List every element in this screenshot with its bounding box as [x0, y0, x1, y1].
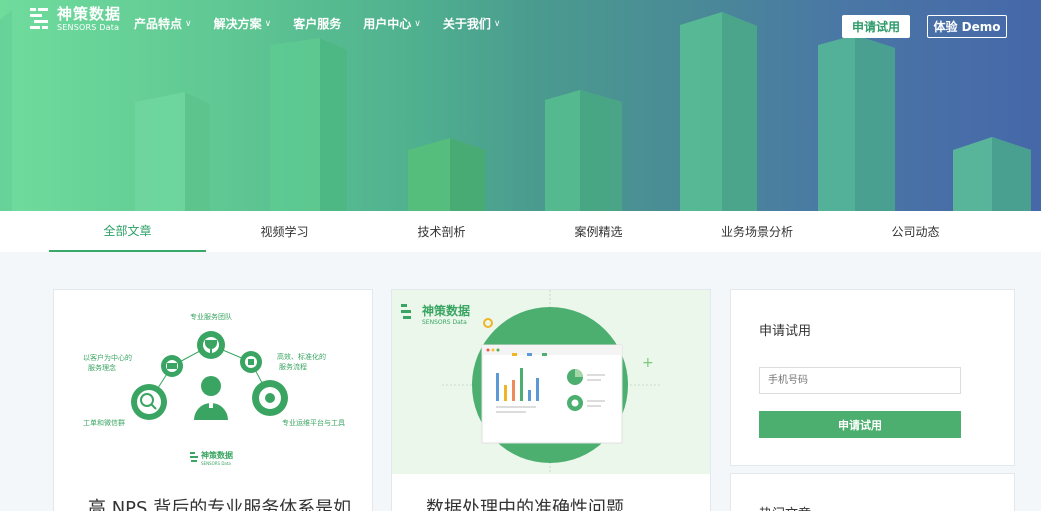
tab-scenarios[interactable]: 业务场景分析	[677, 211, 837, 252]
header-trial-button[interactable]: 申请试用	[842, 15, 910, 38]
diagram-label-left: 以客户为中心的	[83, 353, 132, 362]
plus-icon: +	[642, 355, 654, 371]
tab-cases[interactable]: 案例精选	[520, 211, 677, 252]
nav-item-product[interactable]: 产品特点 ∨	[134, 15, 192, 32]
trial-submit-button[interactable]: 申请试用	[759, 411, 961, 438]
hot-articles-panel: 热门文章	[730, 473, 1015, 511]
data-accuracy-illustration: + 神策数据 SENSORS Data	[392, 290, 710, 474]
chevron-down-icon: ∨	[185, 18, 192, 29]
diagram-logo-en: SENSORS Data	[201, 461, 231, 466]
phone-input[interactable]	[759, 367, 961, 394]
article-card[interactable]: 专业服务团队 以客户为中心的 服务理念 高效、标准化的 服务流程 工单和微信群 …	[53, 289, 373, 511]
nav-label: 关于我们	[442, 17, 491, 31]
logo-name-en: SENSORS Data	[57, 22, 120, 32]
trial-signup-panel: 申请试用 申请试用	[730, 289, 1015, 466]
nav-item-solutions[interactable]: 解决方案 ∨	[214, 15, 272, 32]
diagram-logo-cn: 神策数据	[201, 450, 233, 460]
image-logo-en: SENSORS Data	[422, 319, 467, 326]
header-demo-button[interactable]: 体验 Demo	[927, 15, 1007, 38]
diagram-label-bottom-left: 工单和微信群	[83, 418, 125, 427]
sensors-logo-icon	[30, 8, 48, 29]
article-category-tabs: 全部文章 视频学习 技术剖析 案例精选 业务场景分析 公司动态	[0, 211, 1041, 252]
nav-item-about[interactable]: 关于我们 ∨	[443, 15, 501, 32]
diagram-label-top: 专业服务团队	[190, 312, 232, 321]
article-title[interactable]: 高 NPS 背后的专业服务体系是如	[88, 494, 351, 511]
chevron-down-icon: ∨	[414, 18, 421, 29]
site-logo[interactable]: 神策数据 SENSORS Data	[28, 6, 121, 32]
diagram-logo: 神策数据 SENSORS Data	[190, 450, 233, 466]
nav-item-service[interactable]: 客户服务	[293, 15, 341, 32]
trial-panel-title: 申请试用	[759, 324, 812, 339]
chevron-down-icon: ∨	[493, 18, 501, 29]
service-system-diagram: 专业服务团队 以客户为中心的 服务理念 高效、标准化的 服务流程 工单和微信群 …	[83, 312, 345, 466]
diagram-label-right: 高效、标准化的	[277, 352, 326, 361]
tab-tech[interactable]: 技术剖析	[363, 211, 520, 252]
diagram-label-right-2: 服务流程	[279, 362, 307, 371]
hot-articles-title: 热门文章	[759, 503, 811, 511]
tab-video[interactable]: 视频学习	[206, 211, 363, 252]
nav-label: 产品特点	[134, 17, 183, 31]
article-card[interactable]: + 神策数据 SENSORS Data	[391, 289, 711, 511]
article-title[interactable]: 数据处理中的准确性问题	[426, 494, 624, 511]
chevron-down-icon: ∨	[264, 18, 272, 29]
nav-label: 用户中心	[363, 17, 412, 31]
diagram-label-left-2: 服务理念	[88, 363, 116, 372]
logo-name-cn: 神策数据	[57, 4, 122, 23]
diagram-label-bottom-right: 专业运维平台与工具	[282, 418, 345, 427]
tab-company-news[interactable]: 公司动态	[837, 211, 994, 252]
tab-all-articles[interactable]: 全部文章	[49, 211, 206, 252]
hero-banner: 神策数据 SENSORS Data 产品特点 ∨ 解决方案 ∨ 客户服务 用户中心 ∨…	[0, 0, 1041, 211]
main-nav: 产品特点 ∨ 解决方案 ∨ 客户服务 用户中心 ∨ 关于我们 ∨	[134, 15, 522, 32]
nav-label: 解决方案	[213, 17, 262, 31]
nav-item-user-center[interactable]: 用户中心 ∨	[363, 15, 421, 32]
image-logo-cn: 神策数据	[422, 303, 470, 318]
nav-label: 客户服务	[293, 17, 342, 31]
